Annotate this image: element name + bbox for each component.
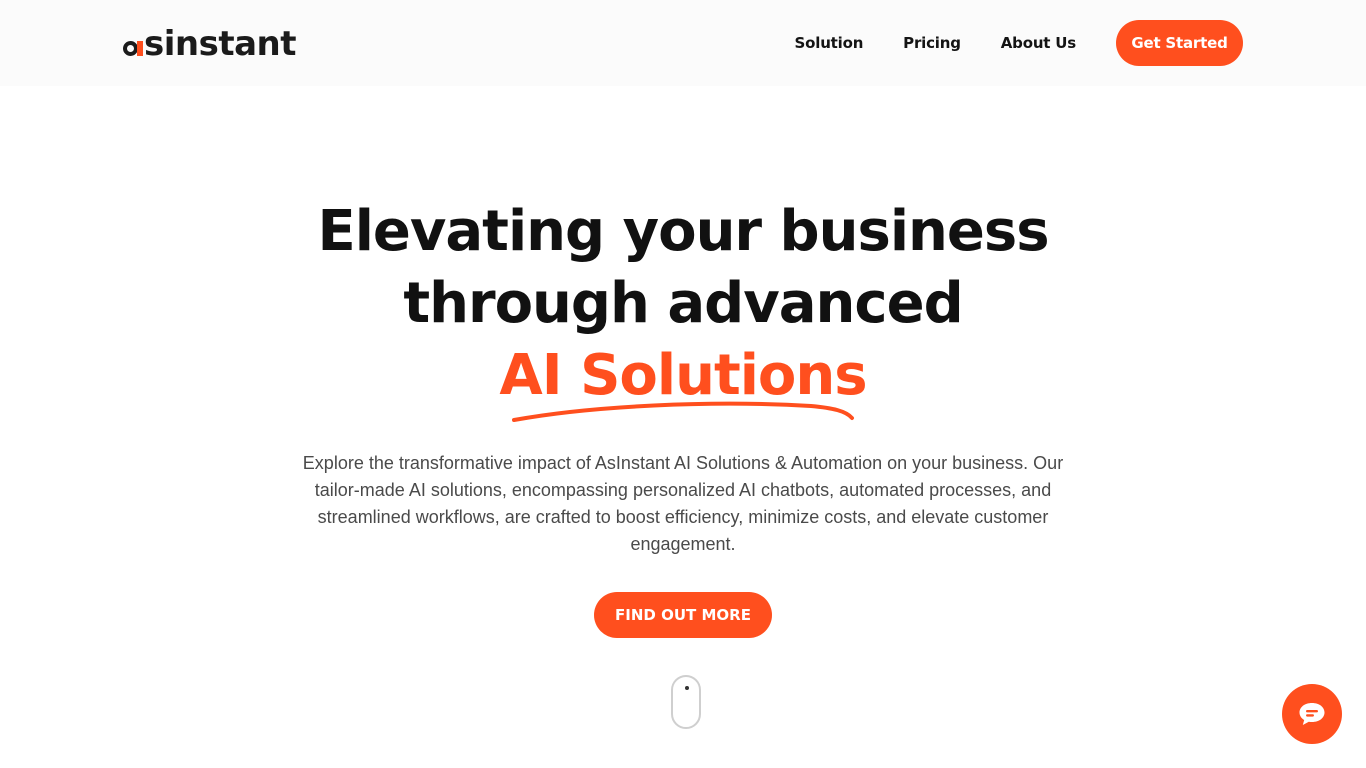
chat-bubble-icon — [1299, 703, 1325, 725]
chat-widget-button[interactable] — [1282, 684, 1342, 744]
hero-description: Explore the transformative impact of AsI… — [302, 453, 1064, 554]
hero-title: Elevating your business through advanced… — [0, 196, 1366, 412]
main-nav: Solution Pricing About Us Get Started — [795, 20, 1243, 66]
mouse-scroll-icon[interactable] — [671, 675, 701, 729]
hero-title-line-2: through advanced — [403, 271, 963, 336]
site-header: sinstant Solution Pricing About Us Get S… — [0, 0, 1366, 86]
nav-item-about-us[interactable]: About Us — [1001, 34, 1076, 52]
logo-text: sinstant — [144, 24, 297, 64]
find-out-more-button[interactable]: FIND OUT MORE — [594, 592, 772, 638]
hero-title-line-1: Elevating your business — [317, 199, 1049, 264]
logo-mark-icon — [123, 34, 143, 56]
brush-underline-icon — [512, 401, 854, 422]
get-started-button[interactable]: Get Started — [1116, 20, 1243, 66]
nav-item-pricing[interactable]: Pricing — [903, 34, 961, 52]
logo[interactable]: sinstant — [123, 24, 297, 64]
nav-item-solution[interactable]: Solution — [795, 34, 864, 52]
